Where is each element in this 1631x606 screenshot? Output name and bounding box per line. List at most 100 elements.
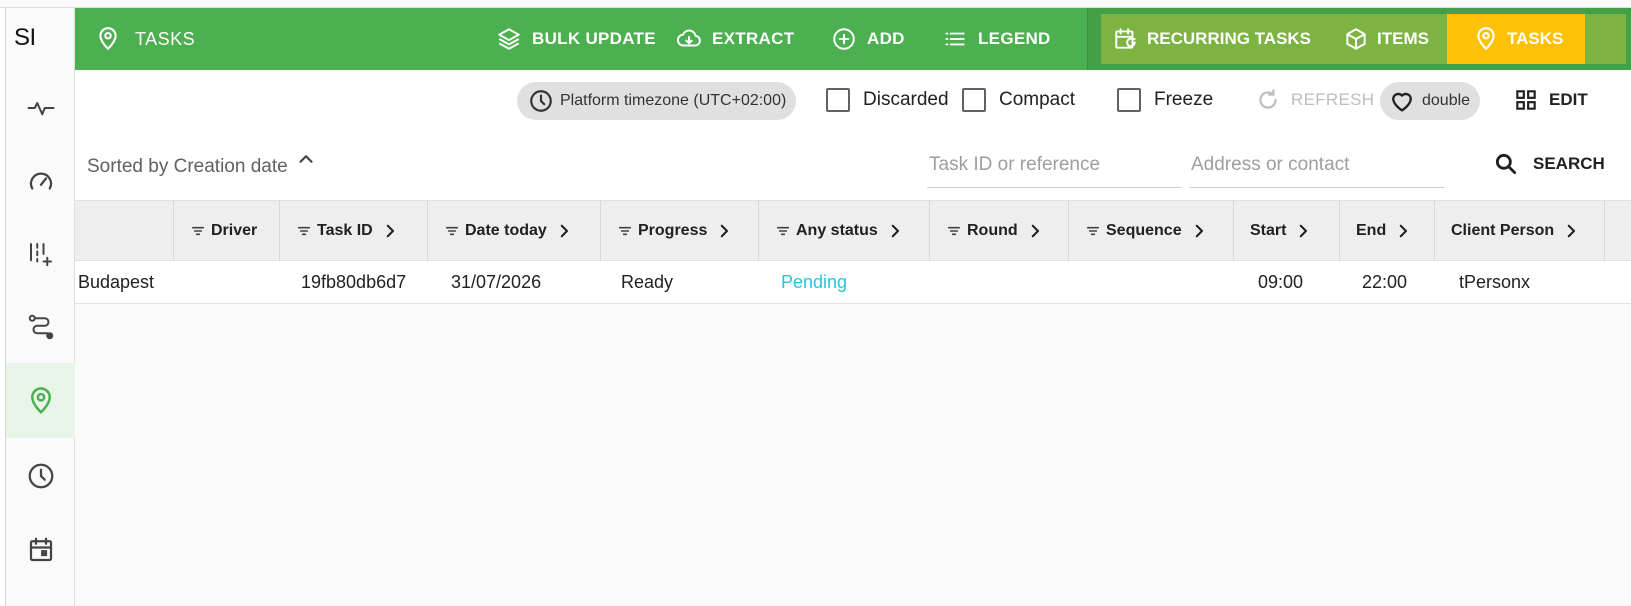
cell-location: Budapest [78,271,155,292]
compact-checkbox[interactable]: Compact [962,70,1075,130]
sidebar-item-calendar[interactable] [6,512,76,587]
extract-button[interactable]: EXTRACT [676,8,794,70]
sort-label: Sorted by Creation date [87,156,288,177]
search-label: SEARCH [1533,154,1605,173]
task-id-search-field[interactable] [927,150,1182,188]
sidebar-item-activity[interactable] [6,70,76,145]
column-header-label: Round [967,222,1018,239]
compact-checkbox-box[interactable] [962,88,986,112]
cell-status[interactable]: Pending [781,261,847,303]
clock-icon [28,463,54,488]
column-header-end[interactable]: End [1340,201,1435,261]
refresh-label: REFRESH [1291,90,1375,109]
sidebar-item-routes[interactable] [6,289,76,364]
tasks-table: Driver Task ID Date today Progress Any s… [75,200,1631,606]
column-header-label: Client Person [1451,222,1555,239]
cell-end: 22:00 [1362,271,1408,292]
table-header: Driver Task ID Date today Progress Any s… [75,200,1631,261]
add-button[interactable]: ADD [831,8,905,70]
column-header-label: Task ID [317,222,373,239]
planning-icon [30,242,52,266]
refresh-button[interactable]: REFRESH [1255,70,1374,130]
edit-label: EDIT [1549,90,1588,109]
address-search-field[interactable] [1189,150,1444,188]
bulk-update-button[interactable]: BULK UPDATE [496,8,656,70]
top-bar: TASKS BULK UPDATE EXTRACT ADD LEGEND REC… [75,8,1631,70]
column-header-label: Driver [211,222,258,239]
heart-icon [1392,92,1412,112]
layers-icon [498,28,520,50]
app-logo: SI [14,24,36,51]
tab-recurring-tasks[interactable]: RECURRING TASKS [1113,14,1311,64]
column-header-label: Sequence [1106,222,1182,239]
sort-search-bar: Sorted by Creation date SEARCH [75,130,1631,200]
tab-items-label: ITEMS [1377,29,1429,48]
filter-icon [776,226,790,236]
page-title: TASKS [95,8,195,70]
page-title-label: TASKS [135,28,196,49]
discarded-checkbox[interactable]: Discarded [826,70,949,130]
table-row[interactable]: Budapest 19fb80db6d7 31/07/2026 Ready Pe… [75,261,1631,304]
tab-tasks[interactable]: TASKS [1447,14,1586,64]
cell-progress: Ready [621,271,674,292]
favorite-chip[interactable]: double [1380,82,1481,120]
edit-button[interactable]: EDIT [1513,70,1588,130]
column-header-driver[interactable]: Driver [174,201,280,261]
address-search-input[interactable] [1191,154,1444,176]
favorite-label: double [1422,92,1471,109]
sidebar-item-history[interactable] [6,438,76,513]
legend-label: LEGEND [978,29,1051,48]
bulk-update-label: BULK UPDATE [532,29,656,48]
freeze-checkbox[interactable]: Freeze [1117,70,1213,130]
column-header-round[interactable]: Round [930,201,1069,261]
cell-task-id: 19fb80db6d7 [301,271,407,292]
column-header-label: Date today [465,222,547,239]
sidebar: SI [5,8,76,606]
sidebar-item-dashboard[interactable] [6,143,76,218]
column-header-client-person[interactable]: Client Person [1435,201,1605,261]
discarded-label: Discarded [863,89,949,110]
chevron-right-icon [1399,224,1408,238]
legend-button[interactable]: LEGEND [942,8,1051,70]
extract-label: EXTRACT [712,29,795,48]
chevron-right-icon [891,224,899,238]
task-id-search-input[interactable] [929,154,1182,176]
options-toolbar: Platform timezone (UTC+02:00) Discarded … [75,70,1631,130]
tab-recurring-tasks-label: RECURRING TASKS [1147,29,1312,48]
map-pin-icon [30,386,52,414]
discarded-checkbox-box[interactable] [826,88,850,112]
column-header-more[interactable] [1605,201,1631,261]
column-header-task-id[interactable]: Task ID [280,201,428,261]
chevron-up-icon[interactable] [295,148,317,170]
calendar-repeat-icon [1115,28,1136,49]
activity-icon [27,101,55,115]
column-header-start[interactable]: Start [1234,201,1340,261]
calendar-icon [29,537,53,561]
sidebar-item-tasks[interactable] [6,363,76,438]
grid-icon [1516,90,1536,110]
tab-items[interactable]: ITEMS [1343,14,1429,64]
search-icon [1495,153,1517,175]
freeze-checkbox-box[interactable] [1117,88,1141,112]
filter-icon [445,226,459,236]
tab-tasks-label: TASKS [1507,29,1564,48]
column-header-label: Any status [796,222,878,239]
cell-date: 31/07/2026 [451,271,542,292]
window-top-edge [0,0,1631,8]
cell-client-person: tPersonx [1459,271,1531,292]
chevron-right-icon [1300,224,1308,238]
chevron-right-icon [1031,224,1039,238]
column-header-progress[interactable]: Progress [601,201,759,261]
search-button[interactable]: SEARCH [1493,148,1605,180]
clock-icon [530,90,552,112]
column-header-date[interactable]: Date today [428,201,601,261]
speedometer-icon [29,172,53,190]
module-tabs: RECURRING TASKS ITEMS TASKS [1087,8,1631,70]
timezone-chip[interactable]: Platform timezone (UTC+02:00) [517,82,797,120]
route-icon [28,314,54,339]
sidebar-item-planning[interactable] [6,216,76,291]
column-header-sequence[interactable]: Sequence [1069,201,1234,261]
filter-icon [1086,226,1100,236]
column-header-status[interactable]: Any status [759,201,930,261]
add-label: ADD [867,29,905,48]
